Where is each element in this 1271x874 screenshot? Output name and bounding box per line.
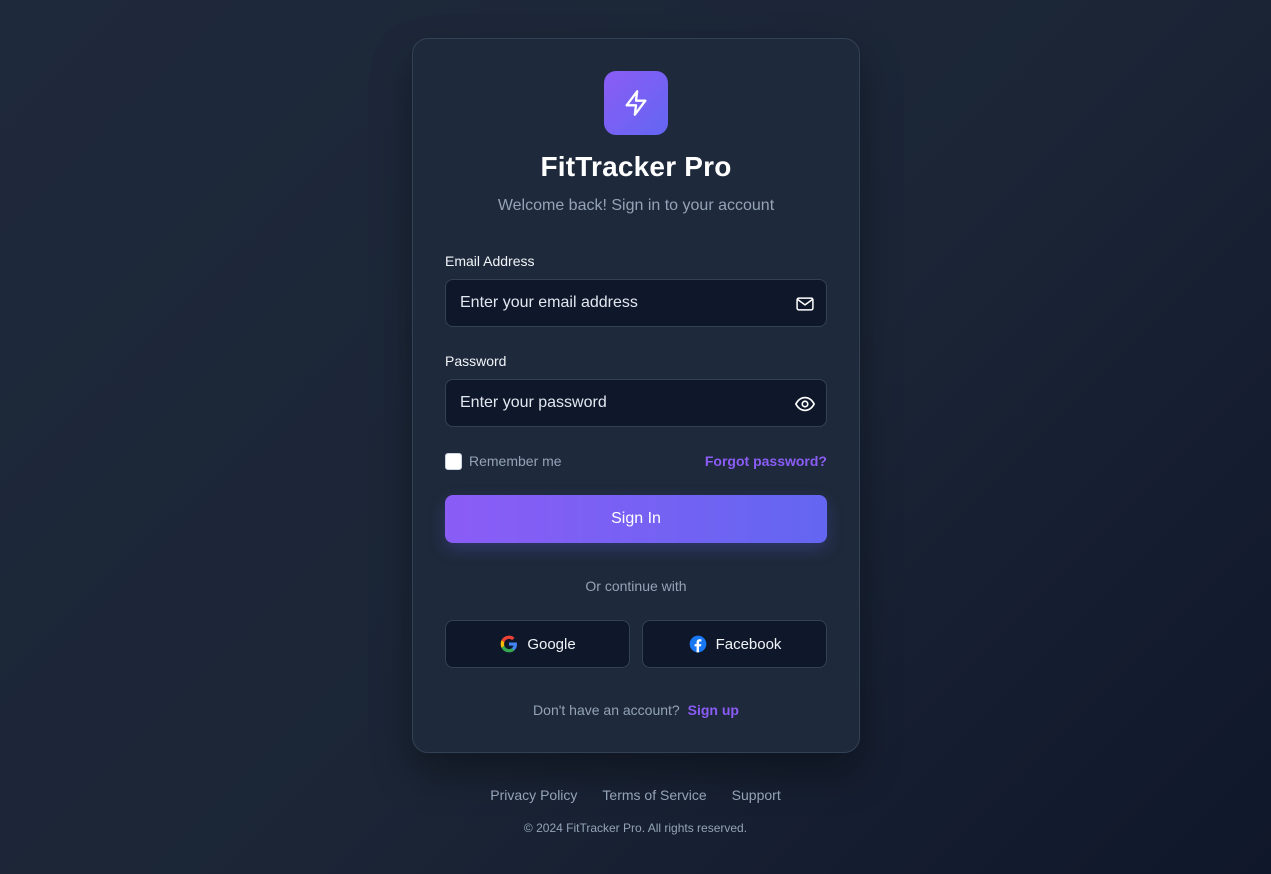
forgot-password-link[interactable]: Forgot password? xyxy=(705,453,827,469)
password-label: Password xyxy=(445,353,507,369)
app-title: FitTracker Pro xyxy=(540,151,732,182)
lightning-bolt-icon xyxy=(625,90,647,116)
remember-row: Remember me Forgot password? xyxy=(445,452,827,472)
facebook-label: Facebook xyxy=(715,635,782,653)
sign-in-button[interactable]: Sign In xyxy=(445,495,827,543)
password-input[interactable] xyxy=(446,380,826,426)
app-subtitle: Welcome back! Sign in to your account xyxy=(497,197,775,214)
signup-link[interactable]: Sign up xyxy=(688,702,739,718)
support-link[interactable]: Support xyxy=(732,787,781,803)
footer-links: Privacy Policy Terms of Service Support xyxy=(0,787,1271,803)
signup-row: Don't have an account? Sign up xyxy=(413,702,859,718)
google-button[interactable]: Google xyxy=(445,620,630,668)
signup-prompt: Don't have an account? xyxy=(533,702,680,718)
google-label: Google xyxy=(527,635,576,653)
password-field-wrapper xyxy=(445,379,827,427)
copyright-text: © 2024 FitTracker Pro. All rights reserv… xyxy=(523,821,748,835)
facebook-icon xyxy=(689,635,706,653)
email-label: Email Address xyxy=(445,253,535,269)
google-icon xyxy=(500,635,518,653)
login-card: FitTracker Pro Welcome back! Sign in to … xyxy=(412,38,860,753)
remember-label: Remember me xyxy=(469,453,562,469)
privacy-policy-link[interactable]: Privacy Policy xyxy=(490,787,577,803)
eye-icon[interactable] xyxy=(794,393,816,415)
terms-of-service-link[interactable]: Terms of Service xyxy=(602,787,706,803)
email-input[interactable] xyxy=(446,280,826,326)
remember-checkbox[interactable] xyxy=(445,453,462,470)
app-logo xyxy=(604,71,668,135)
facebook-button[interactable]: Facebook xyxy=(642,620,827,668)
email-field-wrapper xyxy=(445,279,827,327)
social-divider-text: Or continue with xyxy=(585,578,687,594)
mail-icon xyxy=(794,293,816,315)
